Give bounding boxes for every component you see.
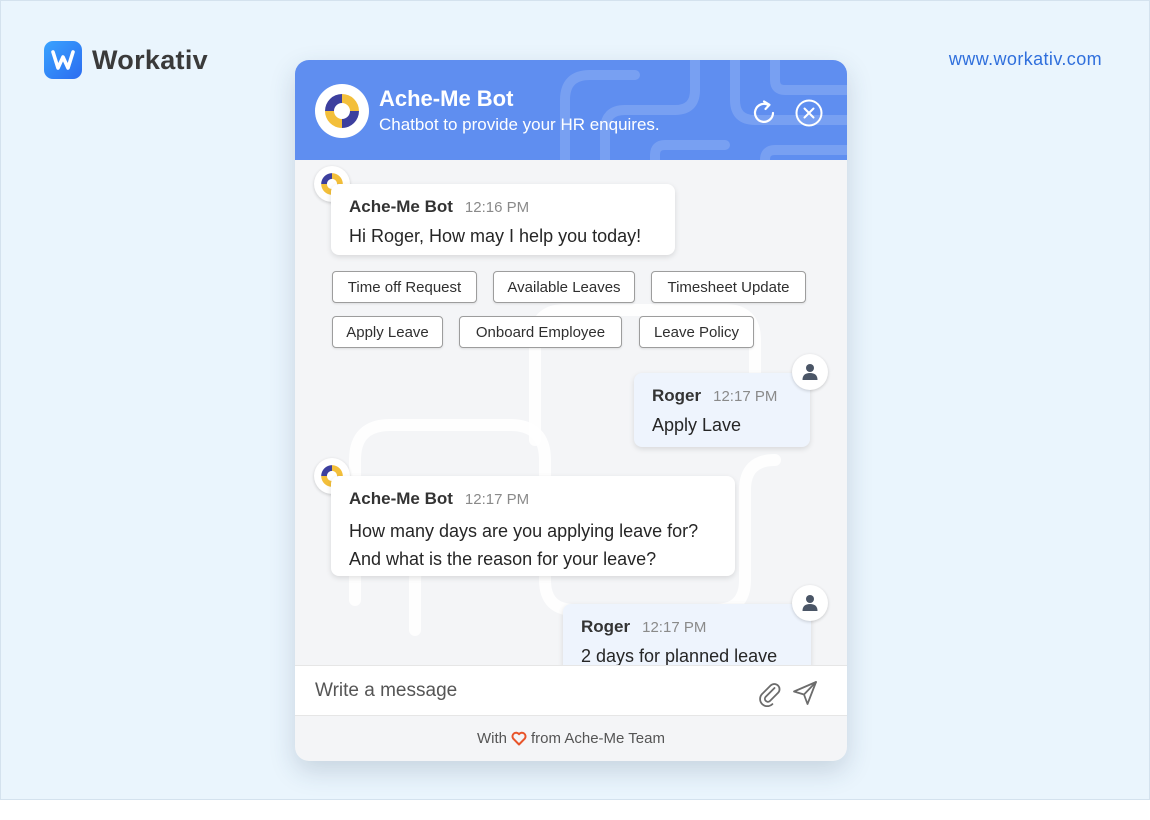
website-link[interactable]: www.workativ.com — [949, 49, 1102, 70]
user-icon — [802, 595, 818, 611]
message-composer — [295, 665, 847, 716]
chat-widget: Ache-Me Bot Chatbot to provide your HR e… — [295, 60, 847, 761]
refresh-icon — [753, 100, 775, 123]
footer-prefix: With — [477, 730, 508, 747]
send-button[interactable] — [791, 679, 819, 707]
message-text: Apply Lave — [652, 415, 742, 435]
quick-reply-timesheet-update[interactable]: Timesheet Update — [651, 271, 806, 303]
message-text: Hi Roger, How may I help you today! — [349, 226, 642, 246]
footer: With from Ache-Me Team — [295, 716, 847, 761]
user-icon — [802, 364, 818, 380]
bot-subtitle: Chatbot to provide your HR enquires. — [379, 115, 660, 134]
message-time: 12:17 PM — [642, 619, 707, 636]
quick-reply-leave-policy[interactable]: Leave Policy — [639, 316, 754, 348]
quick-reply-onboard-employee[interactable]: Onboard Employee — [459, 316, 622, 348]
attach-button[interactable] — [755, 679, 783, 708]
workativ-logo-icon — [44, 41, 82, 79]
message-time: 12:17 PM — [464, 491, 530, 508]
message-list[interactable]: Ache-Me Bot 12:16 PM Hi Roger, How may I… — [295, 160, 847, 665]
bot-message: Ache-Me Bot 12:16 PM Hi Roger, How may I… — [331, 184, 675, 255]
page-background: Workativ www.workativ.com Ache-Me Bot Ch… — [0, 0, 1150, 800]
bot-message: Ache-Me Bot 12:17 PM How many days are y… — [331, 476, 735, 576]
message-time: 12:17 PM — [713, 388, 778, 405]
close-icon — [795, 99, 823, 127]
message-sender: Ache-Me Bot — [349, 197, 453, 216]
paperclip-icon — [759, 683, 781, 708]
bot-title: Ache-Me Bot — [379, 86, 514, 111]
message-text-line-2: And what is the reason for your leave? — [349, 549, 657, 569]
quick-reply-available-leaves[interactable]: Available Leaves — [493, 271, 635, 303]
brand-name: Workativ — [92, 44, 208, 75]
send-icon — [793, 681, 817, 705]
quick-reply-apply-leave[interactable]: Apply Leave — [332, 316, 443, 348]
user-message: Roger 12:17 PM Apply Lave — [634, 373, 810, 447]
message-sender: Roger — [581, 617, 631, 636]
message-text: 2 days for planned leave — [581, 646, 778, 665]
message-sender: Ache-Me Bot — [349, 489, 453, 508]
refresh-button[interactable] — [749, 98, 779, 128]
message-sender: Roger — [652, 386, 702, 405]
quick-reply-time-off-request[interactable]: Time off Request — [332, 271, 477, 303]
heart-icon — [511, 731, 527, 746]
message-time: 12:16 PM — [464, 199, 530, 216]
message-input[interactable] — [315, 676, 735, 706]
message-text-line-1: How many days are you applying leave for… — [349, 521, 699, 541]
close-button[interactable] — [794, 98, 824, 128]
footer-suffix: from Ache-Me Team — [531, 730, 665, 747]
user-avatar — [792, 354, 828, 390]
bot-logo-icon — [325, 94, 359, 128]
brand[interactable]: Workativ — [44, 41, 208, 79]
user-message: Roger 12:17 PM 2 days for planned leave — [563, 604, 811, 665]
user-avatar — [792, 585, 828, 621]
bot-avatar — [315, 84, 369, 138]
chat-header: Ache-Me Bot Chatbot to provide your HR e… — [295, 60, 847, 160]
